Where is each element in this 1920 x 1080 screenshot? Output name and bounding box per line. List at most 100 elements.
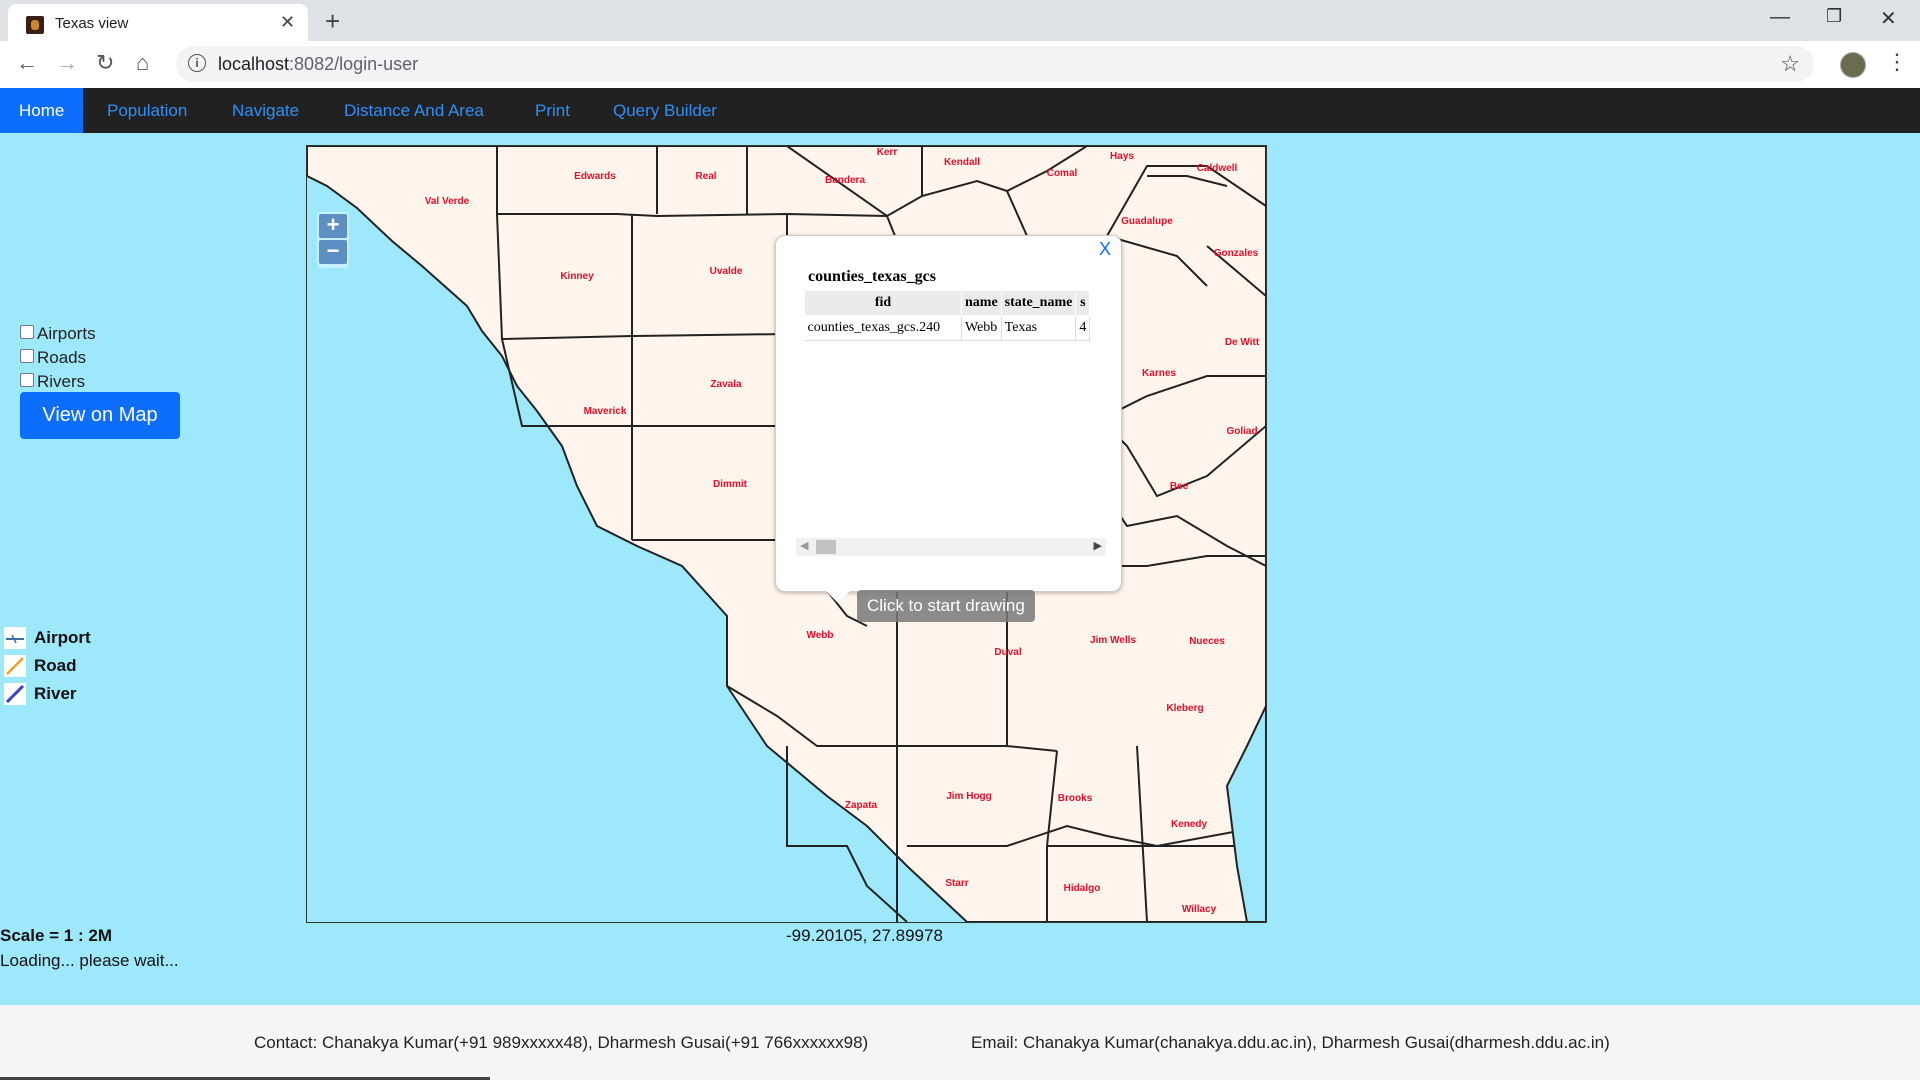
- footer: Contact: Chanakya Kumar(+91 989xxxxx48),…: [0, 1005, 1920, 1080]
- layer-airports[interactable]: Airports: [20, 322, 96, 346]
- cell-fid: counties_texas_gcs.240: [804, 315, 962, 341]
- county-label: Guadalupe: [1121, 216, 1173, 227]
- legend-road: Road: [4, 652, 91, 680]
- county-label: De Witt: [1225, 337, 1260, 348]
- county-label: Edwards: [574, 171, 616, 182]
- popup-pointer: [826, 591, 850, 603]
- footer-contact: Contact: Chanakya Kumar(+91 989xxxxx48),…: [254, 1033, 869, 1052]
- county-label: Jim Hogg: [946, 791, 992, 802]
- column-header-state-name: state_name: [1000, 290, 1077, 316]
- layer-list: Airports Roads Rivers: [20, 322, 96, 394]
- county-label: Kendall: [944, 157, 980, 168]
- scroll-right-arrow-icon[interactable]: ▶: [1094, 539, 1102, 552]
- county-label: Hidalgo: [1064, 883, 1101, 894]
- county-label: Kenedy: [1171, 819, 1208, 830]
- county-label: Nueces: [1189, 636, 1225, 647]
- feature-table: fid name state_name s counties_texas_gcs…: [804, 290, 1091, 341]
- popup-close-button[interactable]: X: [1099, 239, 1111, 260]
- zoom-control: + −: [317, 212, 349, 268]
- browser-tabstrip: Texas view ✕ + — ❐ ✕: [0, 0, 1920, 41]
- county-label: Karnes: [1142, 368, 1176, 379]
- draw-tooltip: Click to start drawing: [857, 590, 1035, 622]
- cell-name: Webb: [961, 315, 1002, 341]
- layer-roads[interactable]: Roads: [20, 346, 96, 370]
- county-label: Hays: [1110, 151, 1134, 162]
- legend-airport: Airport: [4, 624, 91, 652]
- county-label: Webb: [806, 630, 833, 641]
- new-tab-icon[interactable]: +: [325, 6, 340, 37]
- zoom-out-button[interactable]: −: [319, 240, 347, 264]
- county-label: Brooks: [1058, 793, 1093, 804]
- county-label: Real: [695, 171, 716, 182]
- map-legend: Airport Road River: [4, 624, 91, 708]
- nav-print[interactable]: Print: [535, 88, 570, 133]
- view-on-map-button[interactable]: View on Map: [20, 392, 180, 439]
- reload-icon[interactable]: ↻: [96, 50, 114, 76]
- minimize-icon[interactable]: —: [1770, 6, 1790, 29]
- county-label: Kleberg: [1166, 703, 1203, 714]
- county-label: Gonzales: [1214, 248, 1259, 259]
- restore-icon[interactable]: ❐: [1826, 6, 1842, 27]
- nav-population[interactable]: Population: [107, 88, 187, 133]
- county-label: Dimmit: [713, 479, 748, 490]
- county-label: Bandera: [825, 175, 865, 186]
- scale-readout: Scale = 1 : 2M: [0, 926, 112, 945]
- county-label: Maverick: [584, 406, 627, 417]
- scroll-thumb[interactable]: [816, 540, 836, 554]
- home-icon[interactable]: ⌂: [136, 50, 149, 76]
- legend-river: River: [4, 680, 91, 708]
- county-label: Bee: [1170, 481, 1189, 492]
- nav-navigate[interactable]: Navigate: [232, 88, 299, 133]
- back-icon[interactable]: ←: [16, 50, 38, 76]
- info-icon[interactable]: i: [188, 54, 206, 72]
- map-viewport[interactable]: Val Verde Edwards Real Kerr Bandera Kendall Co…: [306, 145, 1267, 923]
- horizontal-scrollbar[interactable]: ◀ ▶: [796, 538, 1106, 556]
- loading-status: Loading... please wait...: [0, 951, 179, 970]
- menu-icon[interactable]: ⋮: [1886, 49, 1908, 75]
- tab-title: Texas view: [55, 15, 129, 32]
- county-label: Starr: [945, 878, 968, 889]
- roads-checkbox[interactable]: [20, 349, 34, 363]
- address-bar[interactable]: i localhost:8082/login-user ☆: [176, 46, 1814, 82]
- window-close-icon[interactable]: ✕: [1880, 6, 1897, 31]
- footer-email: Email: Chanakya Kumar(chanakya.ddu.ac.in…: [971, 1033, 1610, 1052]
- tab-close-icon[interactable]: ✕: [280, 12, 295, 33]
- column-header-fid: fid: [804, 290, 962, 316]
- river-line-icon: [4, 683, 26, 705]
- nav-home[interactable]: Home: [0, 88, 84, 133]
- nav-distance-and-area[interactable]: Distance And Area: [344, 88, 484, 133]
- county-label: Zapata: [845, 800, 878, 811]
- forward-icon[interactable]: →: [56, 50, 78, 76]
- county-label: Willacy: [1182, 904, 1217, 915]
- nav-query-builder[interactable]: Query Builder: [613, 88, 717, 133]
- zoom-in-button[interactable]: +: [319, 214, 347, 238]
- county-label: Comal: [1047, 168, 1078, 179]
- table-row: counties_texas_gcs.240 Webb Texas 4: [804, 315, 1091, 341]
- column-header-s: s: [1075, 290, 1091, 316]
- road-line-icon: [4, 655, 26, 677]
- county-label: Val Verde: [425, 196, 470, 207]
- url-text[interactable]: localhost:8082/login-user: [218, 54, 418, 75]
- cell-state-name: Texas: [1001, 315, 1077, 341]
- layer-rivers[interactable]: Rivers: [20, 370, 96, 394]
- rivers-checkbox[interactable]: [20, 373, 34, 387]
- airports-checkbox[interactable]: [20, 325, 34, 339]
- mouse-coordinates: -99.20105, 27.89978: [786, 926, 943, 945]
- browser-tab[interactable]: Texas view ✕: [8, 4, 308, 41]
- app-navbar: Home Population Navigate Distance And Ar…: [0, 88, 1920, 133]
- browser-toolbar: ← → ↻ ⌂ i localhost:8082/login-user ☆ ⋮: [0, 41, 1920, 89]
- county-label: Uvalde: [710, 266, 743, 277]
- popup-table-container[interactable]: fid name state_name s counties_texas_gcs…: [804, 290, 1107, 350]
- scroll-left-arrow-icon[interactable]: ◀: [800, 539, 808, 552]
- feature-info-popup: X counties_texas_gcs fid name state_name…: [775, 235, 1122, 603]
- column-header-name: name: [961, 290, 1002, 316]
- cell-s: 4: [1075, 315, 1091, 341]
- avatar[interactable]: [1840, 52, 1866, 78]
- county-label: Zavala: [710, 379, 742, 390]
- star-icon[interactable]: ☆: [1780, 51, 1800, 77]
- county-label: Duval: [994, 647, 1021, 658]
- county-label: Caldwell: [1197, 163, 1238, 174]
- county-label: Kinney: [560, 271, 594, 282]
- table-header-row: fid name state_name s: [804, 290, 1091, 316]
- county-label: Kerr: [877, 147, 898, 158]
